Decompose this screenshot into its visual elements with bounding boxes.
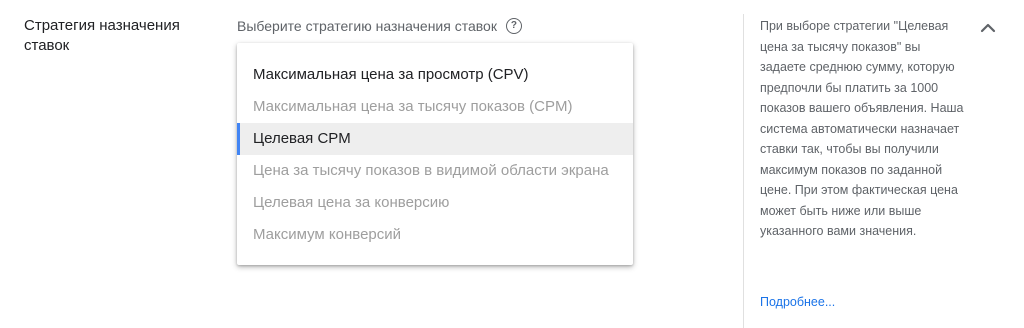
option-target-cpa: Целевая цена за конверсию bbox=[253, 194, 450, 211]
option-max-cpm: Максимальная цена за тысячу показов (CPM… bbox=[253, 98, 573, 115]
help-circle-icon[interactable]: ? bbox=[505, 18, 522, 34]
learn-more-link[interactable]: Подробнее... bbox=[760, 292, 835, 312]
help-panel-divider bbox=[743, 14, 744, 328]
chevron-up-icon[interactable] bbox=[978, 20, 998, 36]
bidding-strategy-dropdown-menu: Максимальная цена за просмотр (CPV) Макс… bbox=[237, 43, 633, 265]
field-label-text: Выберите стратегию назначения ставок bbox=[237, 18, 497, 34]
option-target-cpm[interactable]: Целевая CPM bbox=[237, 123, 633, 155]
option-vcpm: Цена за тысячу показов в видимой области… bbox=[253, 162, 609, 179]
help-panel-text: При выборе стратегии "Целевая цена за ты… bbox=[760, 19, 964, 238]
option-max-conversions: Максимум конверсий bbox=[253, 226, 402, 243]
section-title: Стратегия назначения ставок bbox=[24, 17, 180, 54]
field-label: Выберите стратегию назначения ставок ? bbox=[237, 16, 522, 36]
option-max-cpv[interactable]: Максимальная цена за просмотр (CPV) bbox=[237, 59, 633, 91]
bidding-strategy-page: Стратегия назначения ставок Выберите стр… bbox=[0, 0, 1024, 328]
